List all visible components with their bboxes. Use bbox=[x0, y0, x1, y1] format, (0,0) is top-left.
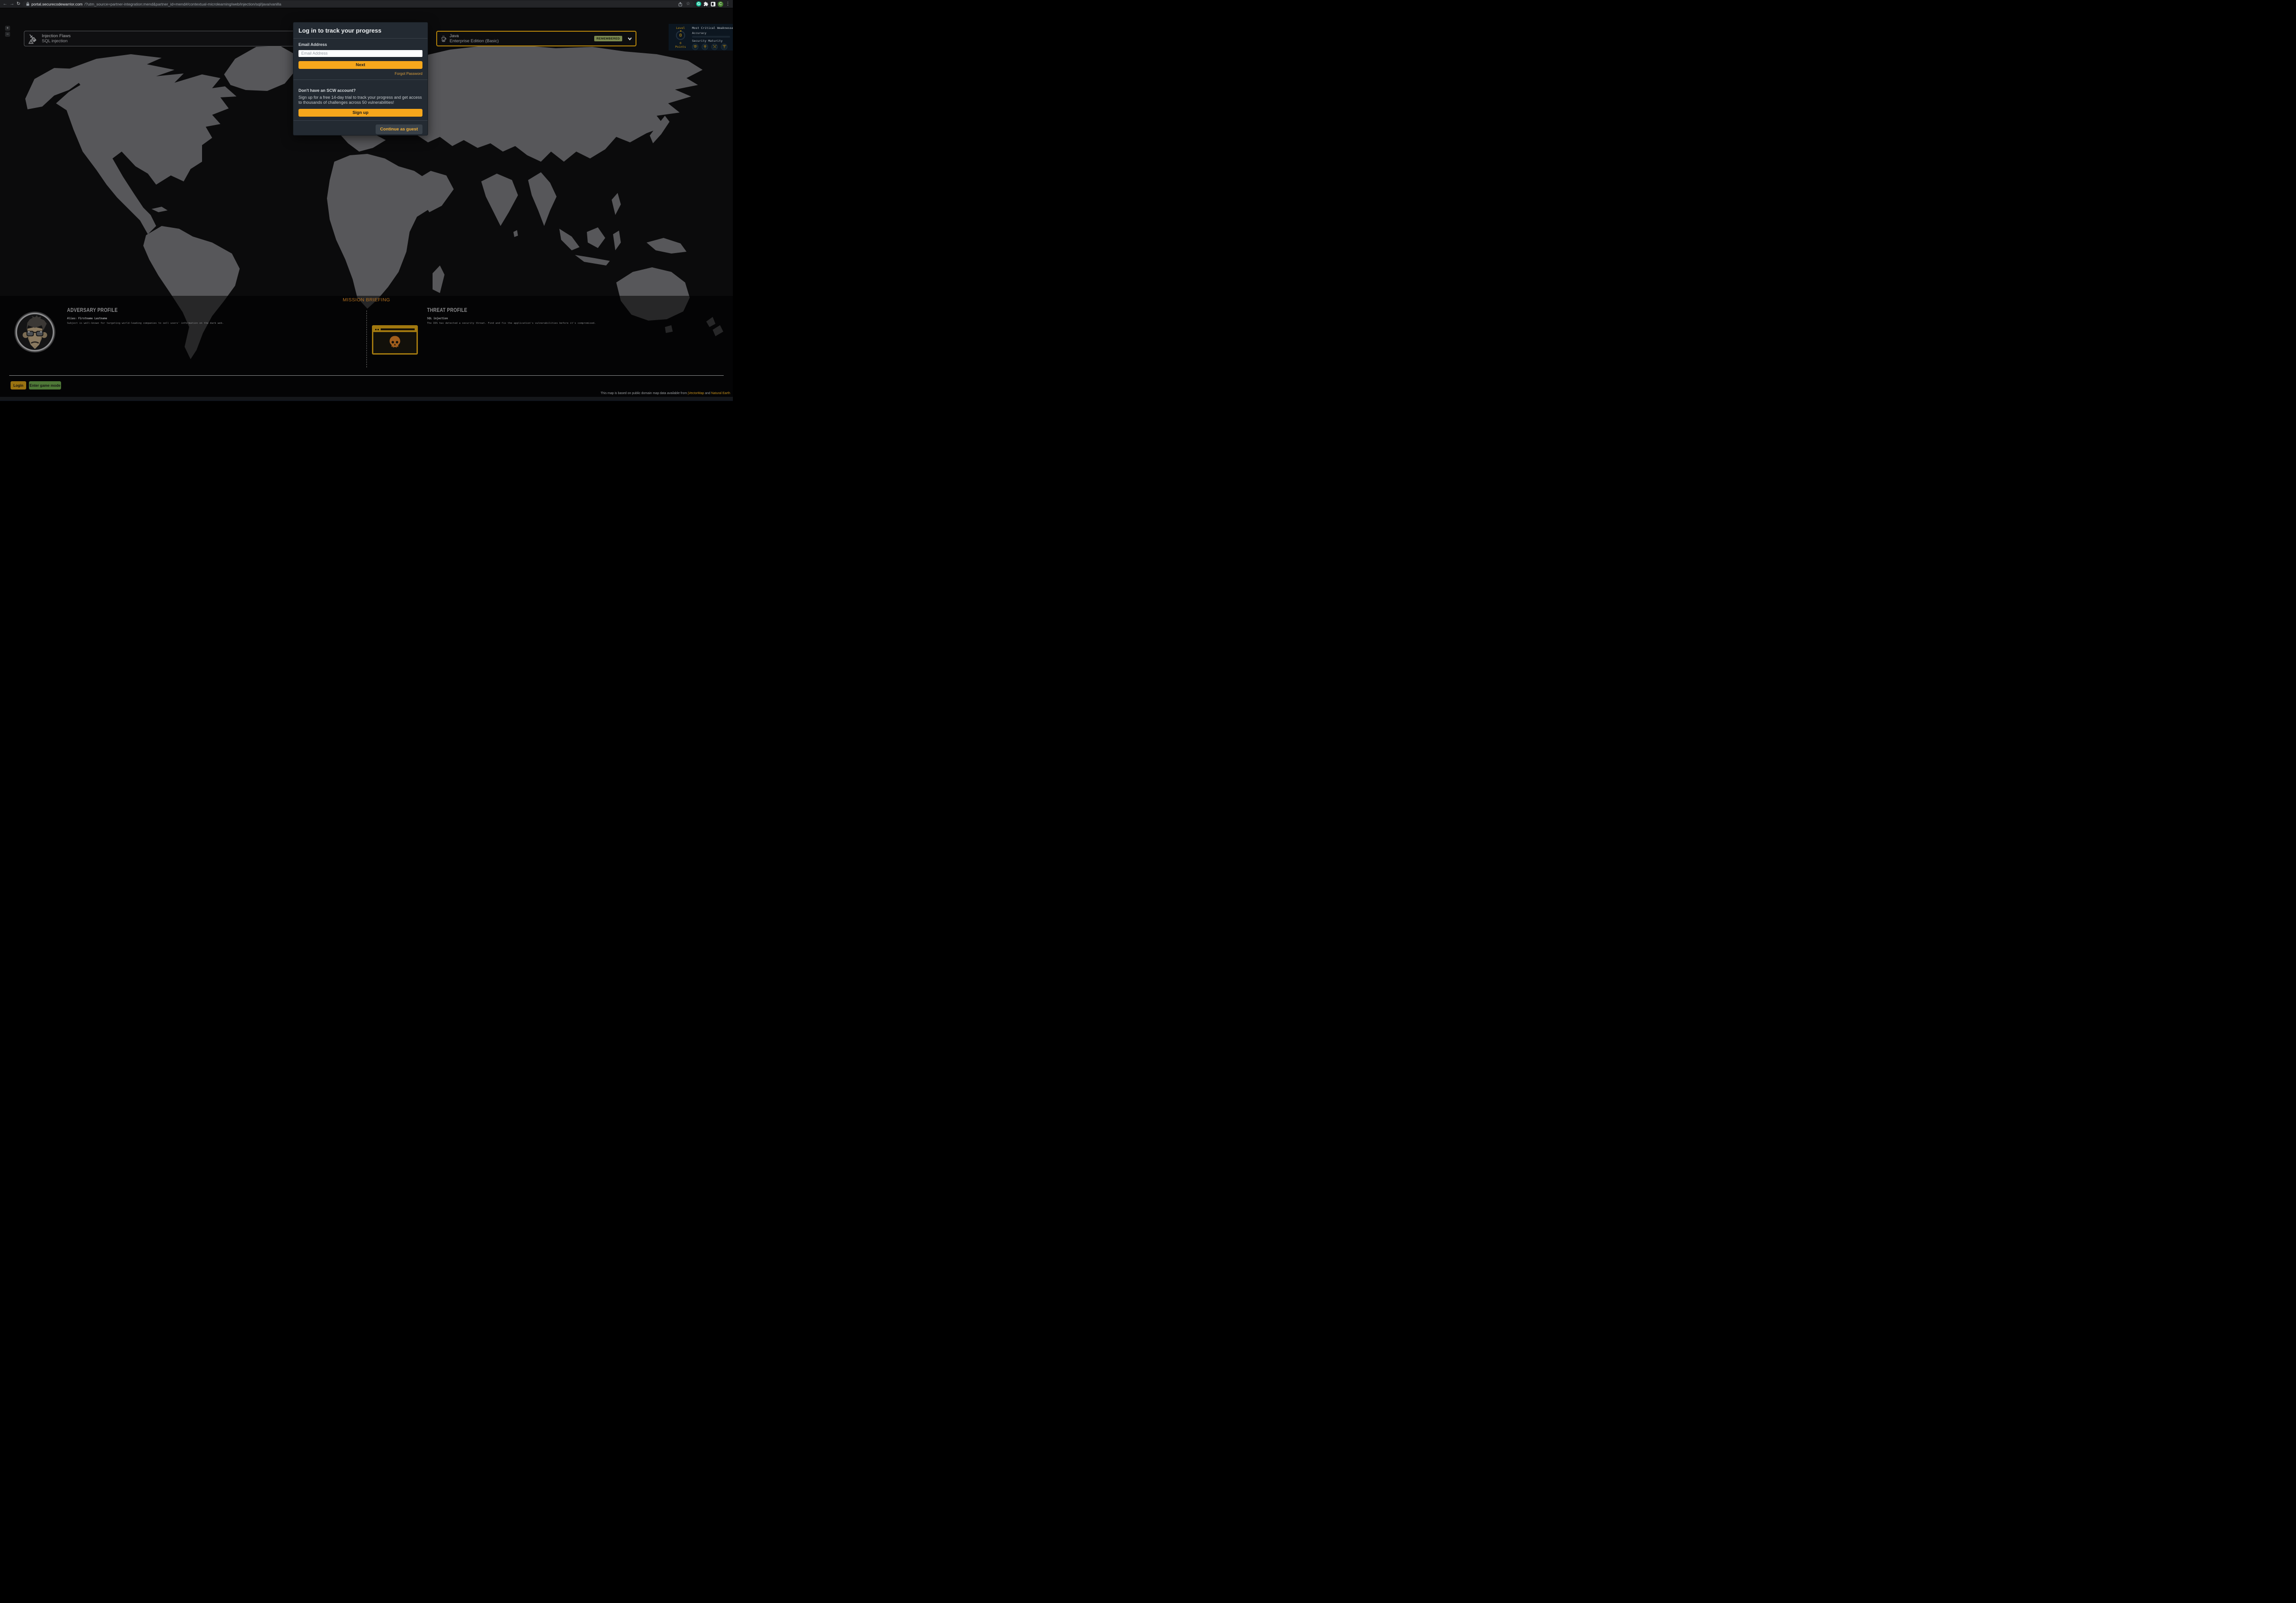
threat-name: SQL injection bbox=[427, 317, 620, 320]
graduation-cap-icon bbox=[692, 44, 698, 50]
portal-page: + − Injection Flaws SQL injection bbox=[0, 8, 733, 401]
level-value: 0 bbox=[679, 33, 682, 38]
share-icon[interactable] bbox=[678, 2, 682, 6]
url-host: portal.securecodewarrior.com bbox=[31, 2, 83, 6]
java-icon bbox=[441, 35, 446, 42]
email-field[interactable] bbox=[298, 50, 422, 57]
accuracy-progress-bar bbox=[692, 36, 730, 38]
lightbulb-icon bbox=[702, 44, 708, 50]
level-label: Level bbox=[676, 26, 685, 30]
url-path: /?utm_source=partner-integration:mend&pa… bbox=[84, 2, 676, 6]
footer-band-bottom bbox=[0, 400, 733, 401]
back-icon[interactable]: ← bbox=[3, 0, 7, 8]
skull-icon bbox=[387, 334, 403, 350]
screen: ← → ↻ portal.securecodewarrior.com /?utm… bbox=[0, 0, 733, 401]
grammarly-extension-icon[interactable]: G bbox=[696, 1, 701, 6]
adversary-description: Subject is well-known for targeting worl… bbox=[67, 322, 260, 325]
remembered-badge: REMEMBERED bbox=[594, 36, 622, 41]
modal-title: Log in to track your progress bbox=[293, 23, 428, 38]
footer-band bbox=[0, 397, 733, 400]
login-modal: Log in to track your progress Email Addr… bbox=[293, 22, 428, 135]
language-selector-bar[interactable]: Java Enterprise Edition (Basic) REMEMBER… bbox=[436, 31, 636, 46]
syringe-icon bbox=[28, 33, 38, 44]
trophy-icon bbox=[721, 44, 727, 50]
level-ring-tick bbox=[680, 30, 681, 32]
points-label: Points bbox=[675, 45, 686, 49]
bookmark-star-icon[interactable]: ☆ bbox=[686, 1, 690, 6]
topic-subtitle: SQL injection bbox=[42, 39, 71, 44]
next-button[interactable]: Next bbox=[298, 61, 422, 69]
threat-heading: THREAT PROFILE bbox=[427, 308, 591, 313]
jvectormap-link[interactable]: jVectorMap bbox=[688, 392, 704, 395]
browser-chrome: ← → ↻ portal.securecodewarrior.com /?utm… bbox=[0, 0, 733, 8]
adversary-profile: ADVERSARY PROFILE Alias: Firstname Lastn… bbox=[67, 308, 260, 325]
language-subtitle: Enterprise Edition (Basic) bbox=[450, 39, 499, 44]
chevron-down-icon[interactable] bbox=[628, 37, 632, 40]
forward-icon[interactable]: → bbox=[10, 0, 14, 8]
language-title: Java bbox=[450, 34, 499, 39]
adversary-heading: ADVERSARY PROFILE bbox=[67, 308, 231, 313]
map-zoom-in-button[interactable]: + bbox=[5, 26, 10, 31]
enter-game-mode-button[interactable]: Enter game mode bbox=[29, 381, 61, 389]
player-stats-panel: Level 0 0 Points Most Critical Weaknesse… bbox=[669, 24, 733, 51]
map-zoom-out-button[interactable]: − bbox=[5, 32, 10, 37]
signup-button[interactable]: Sign up bbox=[298, 109, 422, 117]
natural-earth-link[interactable]: Natural Earth bbox=[711, 392, 730, 395]
footer-divider bbox=[9, 375, 724, 376]
topic-title: Injection Flaws bbox=[42, 34, 71, 39]
level-ring: 0 bbox=[676, 31, 685, 40]
attribution-text: and bbox=[704, 392, 711, 395]
mission-briefing-title: MISSION BRIEFING bbox=[0, 297, 733, 303]
attribution-text: This map is based on public domain map d… bbox=[601, 392, 688, 395]
threat-profile: THREAT PROFILE SQL injection The IDS has… bbox=[427, 308, 620, 325]
map-attribution: This map is based on public domain map d… bbox=[601, 392, 730, 395]
browser-menu-icon[interactable]: ⋮ bbox=[726, 2, 730, 6]
extensions-puzzle-icon[interactable] bbox=[703, 1, 709, 6]
browser-profile-avatar[interactable]: C bbox=[718, 1, 723, 7]
tools-icon bbox=[711, 44, 718, 50]
email-label: Email Address bbox=[298, 42, 422, 47]
points-value: 0 bbox=[680, 41, 681, 45]
signup-heading: Don't have an SCW account? bbox=[298, 88, 422, 93]
forgot-password-link[interactable]: Forgot Password bbox=[298, 72, 422, 76]
signup-text: Sign up for a free 14-day trial to track… bbox=[298, 95, 422, 105]
adversary-alias: Alias: Firstname Lastname bbox=[67, 317, 260, 320]
lock-icon bbox=[26, 2, 29, 6]
reload-icon[interactable]: ↻ bbox=[17, 0, 20, 8]
url-bar[interactable]: portal.securecodewarrior.com /?utm_sourc… bbox=[23, 1, 694, 7]
side-panel-icon[interactable] bbox=[711, 2, 715, 6]
adversary-avatar bbox=[14, 311, 56, 353]
continue-as-guest-button[interactable]: Continue as guest bbox=[376, 124, 422, 134]
maturity-label: Security Maturity bbox=[692, 39, 730, 43]
malware-window-icon bbox=[372, 325, 418, 355]
weaknesses-title: Most Critical Weaknesses bbox=[692, 26, 730, 30]
threat-description: The IDS has detected a security threat. … bbox=[427, 322, 620, 325]
briefing-divider-dashed bbox=[366, 310, 367, 367]
accuracy-label: Accuracy bbox=[692, 31, 730, 35]
login-button[interactable]: Login bbox=[11, 381, 26, 389]
